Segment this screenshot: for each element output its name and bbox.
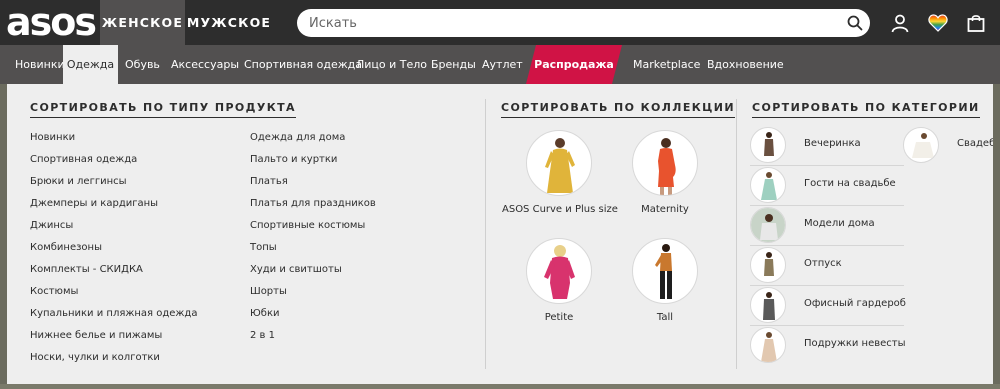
category-label: Подружки невесты bbox=[804, 338, 906, 349]
category-label: Офисный гардероб bbox=[804, 298, 906, 309]
product-type-link[interactable]: Топы bbox=[250, 242, 277, 253]
category-row-homewear[interactable]: Модели дома bbox=[750, 206, 904, 246]
category-row-office[interactable]: Офисный гардероб bbox=[750, 286, 906, 326]
product-type-link[interactable]: Джемперы и кардиганы bbox=[30, 198, 158, 209]
category-row-wedding[interactable]: Свадебн bbox=[903, 126, 993, 166]
collection-tall-image[interactable] bbox=[632, 238, 698, 304]
product-type-link[interactable]: Брюки и леггинсы bbox=[30, 176, 127, 187]
product-type-link[interactable]: Спортивная одежда bbox=[30, 154, 137, 165]
collection-label[interactable]: ASOS Curve и Plus size bbox=[502, 204, 618, 215]
bag-icon[interactable] bbox=[966, 13, 986, 33]
product-type-link[interactable]: 2 в 1 bbox=[250, 330, 275, 341]
product-type-link[interactable]: Пальто и куртки bbox=[250, 154, 337, 165]
nav-item-new[interactable]: Новинки bbox=[15, 45, 65, 84]
saved-items-icon[interactable] bbox=[928, 13, 948, 33]
product-type-heading: СОРТИРОВАТЬ ПО ТИПУ ПРОДУКТА bbox=[30, 101, 296, 118]
collection-maternity-image[interactable] bbox=[632, 130, 698, 196]
category-label: Вечеринка bbox=[804, 138, 861, 149]
men-tab[interactable]: МУЖСКОЕ bbox=[185, 0, 273, 45]
top-bar: asos ЖЕНСКОЕ МУЖСКОЕ bbox=[0, 0, 1000, 45]
category-label: Свадебн bbox=[957, 138, 993, 149]
product-type-link[interactable]: Худи и свитшоты bbox=[250, 264, 342, 275]
column-divider bbox=[736, 99, 737, 369]
nav-item-marketplace[interactable]: Marketplace bbox=[633, 45, 700, 84]
nav-item-shoes[interactable]: Обувь bbox=[125, 45, 160, 84]
category-row-wedding-guest[interactable]: Гости на свадьбе bbox=[750, 166, 904, 206]
nav-item-outlet[interactable]: Аутлет bbox=[482, 45, 523, 84]
nav-item-clothing[interactable]: Одежда bbox=[63, 45, 118, 84]
category-heading: СОРТИРОВАТЬ ПО КАТЕГОРИИ bbox=[752, 101, 980, 118]
nav-item-face-body[interactable]: Лицо и Тело bbox=[356, 45, 427, 84]
women-tab[interactable]: ЖЕНСКОЕ bbox=[100, 0, 185, 45]
category-party-image bbox=[750, 127, 786, 163]
category-label: Гости на свадьбе bbox=[804, 178, 896, 189]
category-wedding-guest-image bbox=[750, 167, 786, 203]
account-icon[interactable] bbox=[890, 13, 910, 33]
product-type-link[interactable]: Комбинезоны bbox=[30, 242, 102, 253]
category-wedding-image bbox=[903, 127, 939, 163]
collection-label[interactable]: Petite bbox=[526, 312, 592, 323]
search-input[interactable] bbox=[309, 9, 829, 37]
product-type-link[interactable]: Нижнее белье и пижамы bbox=[30, 330, 162, 341]
asos-logo[interactable]: asos bbox=[6, 3, 97, 41]
category-office-image bbox=[750, 287, 786, 323]
category-vacation-image bbox=[750, 247, 786, 283]
category-nav: Новинки Одежда Обувь Аксессуары Спортивн… bbox=[0, 45, 1000, 84]
product-type-link[interactable]: Носки, чулки и колготки bbox=[30, 352, 160, 363]
collection-heading: СОРТИРОВАТЬ ПО КОЛЛЕКЦИИ bbox=[501, 101, 735, 118]
collection-petite-image[interactable] bbox=[526, 238, 592, 304]
category-homewear-image bbox=[750, 207, 786, 243]
category-row-vacation[interactable]: Отпуск bbox=[750, 246, 904, 286]
product-type-link[interactable]: Джинсы bbox=[30, 220, 73, 231]
nav-item-sportswear[interactable]: Спортивная одежда bbox=[244, 45, 362, 84]
nav-item-brands[interactable]: Бренды bbox=[431, 45, 476, 84]
collection-label[interactable]: Maternity bbox=[617, 204, 713, 215]
nav-item-sale[interactable]: Распродажа bbox=[526, 45, 622, 84]
product-type-link[interactable]: Новинки bbox=[30, 132, 75, 143]
product-type-link[interactable]: Платья для праздников bbox=[250, 198, 376, 209]
product-type-link[interactable]: Купальники и пляжная одежда bbox=[30, 308, 197, 319]
product-type-link[interactable]: Одежда для дома bbox=[250, 132, 345, 143]
collection-label[interactable]: Tall bbox=[632, 312, 698, 323]
clothing-mega-menu: СОРТИРОВАТЬ ПО ТИПУ ПРОДУКТА Новинки Спо… bbox=[7, 84, 993, 384]
product-type-link[interactable]: Юбки bbox=[250, 308, 280, 319]
search-box bbox=[297, 9, 870, 37]
collection-curve-image[interactable] bbox=[526, 130, 592, 196]
category-bridesmaids-image bbox=[750, 327, 786, 363]
column-divider bbox=[485, 99, 486, 369]
product-type-link[interactable]: Комплекты - СКИДКА bbox=[30, 264, 143, 275]
product-type-link[interactable]: Платья bbox=[250, 176, 288, 187]
category-row-party[interactable]: Вечеринка bbox=[750, 126, 904, 166]
page-background-strip bbox=[0, 384, 1000, 389]
category-row-bridesmaids[interactable]: Подружки невесты bbox=[750, 326, 906, 366]
product-type-link[interactable]: Костюмы bbox=[30, 286, 78, 297]
nav-item-inspiration[interactable]: Вдохновение bbox=[707, 45, 784, 84]
search-icon[interactable] bbox=[847, 15, 863, 31]
product-type-link[interactable]: Шорты bbox=[250, 286, 287, 297]
category-label: Отпуск bbox=[804, 258, 842, 269]
product-type-link[interactable]: Спортивные костюмы bbox=[250, 220, 365, 231]
nav-item-accessories[interactable]: Аксессуары bbox=[171, 45, 239, 84]
category-label: Модели дома bbox=[804, 218, 875, 229]
